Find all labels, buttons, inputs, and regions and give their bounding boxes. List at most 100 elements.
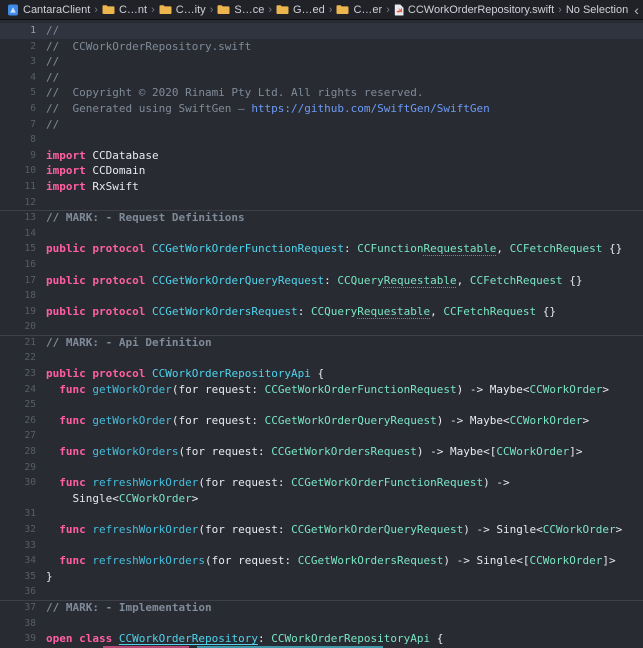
code-line[interactable]: 18 <box>0 288 643 304</box>
code-line[interactable]: 9import CCDatabase <box>0 148 643 164</box>
breadcrumb-item-3[interactable]: S…ce <box>217 4 264 16</box>
code-line[interactable]: 16 <box>0 257 643 273</box>
line-number[interactable]: 15 <box>0 241 40 257</box>
breadcrumb-item-5[interactable]: C…er <box>336 4 382 16</box>
line-number[interactable]: 18 <box>0 288 40 304</box>
line-number[interactable]: 38 <box>0 616 40 632</box>
code-line[interactable]: 22 <box>0 350 643 366</box>
line-number[interactable]: 33 <box>0 538 40 554</box>
code-line[interactable]: 26 func getWorkOrder(for request: CCGetW… <box>0 413 643 429</box>
code-line[interactable]: 6// Generated using SwiftGen — https://g… <box>0 101 643 117</box>
line-number[interactable]: 2 <box>0 39 40 55</box>
line-number[interactable]: 29 <box>0 460 40 476</box>
line-number[interactable]: 17 <box>0 273 40 289</box>
line-number[interactable]: 7 <box>0 117 40 133</box>
line-number[interactable]: 24 <box>0 382 40 398</box>
breadcrumb-item-4[interactable]: G…ed <box>276 4 325 16</box>
line-number[interactable]: 3 <box>0 54 40 70</box>
breadcrumb-item-2[interactable]: C…ity <box>159 4 206 16</box>
related-items-chevron-icon[interactable]: ‹ <box>634 3 639 17</box>
breadcrumb-item-file[interactable]: CCWorkOrderRepository.swift <box>394 4 554 16</box>
line-number[interactable]: 21 <box>0 335 40 351</box>
code-line[interactable]: 19public protocol CCGetWorkOrdersRequest… <box>0 304 643 320</box>
code-line[interactable]: 15public protocol CCGetWorkOrderFunction… <box>0 241 643 257</box>
line-number[interactable]: 22 <box>0 350 40 366</box>
jump-bar: CantaraClient›C…nt›C…ity›S…ce›G…ed›C…er›… <box>0 0 643 20</box>
code-text: func refreshWorkOrders(for request: CCGe… <box>40 553 616 569</box>
code-text: public protocol CCGetWorkOrdersRequest: … <box>40 304 556 320</box>
code-line[interactable]: 4// <box>0 70 643 86</box>
breadcrumb-item-0[interactable]: CantaraClient <box>7 4 90 16</box>
breadcrumb-item-1[interactable]: C…nt <box>102 4 147 16</box>
breadcrumb-item-no-selection[interactable]: No Selection <box>566 4 628 16</box>
code-line[interactable]: 20 <box>0 319 643 335</box>
line-number[interactable]: 14 <box>0 226 40 242</box>
code-line[interactable]: 32 func refreshWorkOrder(for request: CC… <box>0 522 643 538</box>
line-number[interactable]: 30 <box>0 475 40 491</box>
line-number[interactable]: 34 <box>0 553 40 569</box>
code-line[interactable]: 7// <box>0 117 643 133</box>
line-number[interactable]: 13 <box>0 210 40 226</box>
line-number[interactable]: 6 <box>0 101 40 117</box>
code-line[interactable]: 34 func refreshWorkOrders(for request: C… <box>0 553 643 569</box>
line-number[interactable]: 20 <box>0 319 40 335</box>
code-line[interactable]: 36 <box>0 584 643 600</box>
line-number[interactable]: 4 <box>0 70 40 86</box>
code-line[interactable]: 14 <box>0 226 643 242</box>
line-number[interactable]: 16 <box>0 257 40 273</box>
code-line[interactable]: 5// Copyright © 2020 Rinami Pty Ltd. All… <box>0 85 643 101</box>
code-line[interactable]: 24 func getWorkOrder(for request: CCGetW… <box>0 382 643 398</box>
code-line[interactable]: 8 <box>0 132 643 148</box>
line-number[interactable]: 9 <box>0 148 40 164</box>
line-number[interactable]: 5 <box>0 85 40 101</box>
code-text: // CCWorkOrderRepository.swift <box>40 39 251 55</box>
line-number[interactable] <box>0 491 40 507</box>
line-number[interactable]: 1 <box>0 23 40 39</box>
line-number[interactable]: 26 <box>0 413 40 429</box>
code-line[interactable]: 11import RxSwift <box>0 179 643 195</box>
code-line[interactable]: 33 <box>0 538 643 554</box>
code-line[interactable]: 39open class CCWorkOrderRepository: CCWo… <box>0 631 643 647</box>
line-number[interactable]: 39 <box>0 631 40 647</box>
line-number[interactable]: 35 <box>0 569 40 585</box>
code-text: // MARK: - Api Definition <box>40 335 212 351</box>
code-editor[interactable]: 1//2// CCWorkOrderRepository.swift3//4//… <box>0 20 643 647</box>
code-line[interactable]: 17public protocol CCGetWorkOrderQueryReq… <box>0 273 643 289</box>
code-line[interactable]: 31 <box>0 506 643 522</box>
code-line[interactable]: 13// MARK: - Request Definitions <box>0 210 643 226</box>
code-line[interactable]: 38 <box>0 616 643 632</box>
line-number[interactable]: 25 <box>0 397 40 413</box>
line-number[interactable]: 37 <box>0 600 40 616</box>
code-line[interactable]: 25 <box>0 397 643 413</box>
code-line[interactable]: 21// MARK: - Api Definition <box>0 335 643 351</box>
code-line-wrap[interactable]: Single<CCWorkOrder> <box>0 491 643 507</box>
line-number[interactable]: 27 <box>0 428 40 444</box>
code-text: func getWorkOrders(for request: CCGetWor… <box>40 444 582 460</box>
code-line[interactable]: 28 func getWorkOrders(for request: CCGet… <box>0 444 643 460</box>
code-line[interactable]: 23public protocol CCWorkOrderRepositoryA… <box>0 366 643 382</box>
line-number[interactable]: 36 <box>0 584 40 600</box>
line-number[interactable]: 23 <box>0 366 40 382</box>
line-number[interactable]: 8 <box>0 132 40 148</box>
code-line[interactable]: 2// CCWorkOrderRepository.swift <box>0 39 643 55</box>
code-line[interactable]: 12 <box>0 195 643 211</box>
line-number[interactable]: 19 <box>0 304 40 320</box>
code-text <box>40 226 46 242</box>
line-number[interactable]: 12 <box>0 195 40 211</box>
code-line[interactable]: 1// <box>0 23 643 39</box>
code-line[interactable]: 37// MARK: - Implementation <box>0 600 643 616</box>
code-line[interactable]: 3// <box>0 54 643 70</box>
code-line[interactable]: 35} <box>0 569 643 585</box>
line-number[interactable]: 31 <box>0 506 40 522</box>
code-text: // Generated using SwiftGen — https://gi… <box>40 101 490 117</box>
code-line[interactable]: 10import CCDomain <box>0 163 643 179</box>
code-text: // <box>40 117 59 133</box>
code-line[interactable]: 30 func refreshWorkOrder(for request: CC… <box>0 475 643 491</box>
code-line[interactable]: 29 <box>0 460 643 476</box>
line-number[interactable]: 11 <box>0 179 40 195</box>
line-number[interactable]: 10 <box>0 163 40 179</box>
code-line[interactable]: 27 <box>0 428 643 444</box>
line-number[interactable]: 28 <box>0 444 40 460</box>
line-number[interactable]: 32 <box>0 522 40 538</box>
code-text: // Copyright © 2020 Rinami Pty Ltd. All … <box>40 85 424 101</box>
